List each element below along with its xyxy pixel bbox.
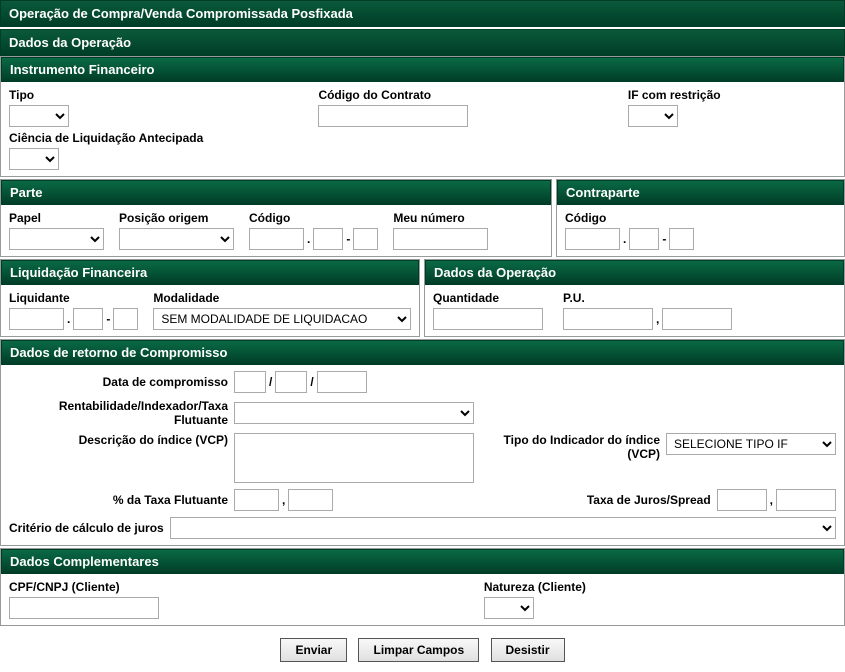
cpf-label: CPF/CNPJ (Cliente) xyxy=(9,580,464,594)
descricao-indice-label: Descrição do índice (VCP) xyxy=(9,433,234,447)
pu-a[interactable] xyxy=(563,308,653,330)
sep-dot: . xyxy=(622,232,627,246)
sep-dash: - xyxy=(105,312,111,326)
modalidade-label: Modalidade xyxy=(153,291,411,305)
tipo-indicador-select[interactable]: SELECIONE TIPO IF xyxy=(666,433,836,455)
parte-codigo-label: Código xyxy=(249,211,378,225)
natureza-select[interactable] xyxy=(484,597,534,619)
enviar-button[interactable]: Enviar xyxy=(280,638,347,662)
ciencia-select[interactable] xyxy=(9,148,59,170)
sep-dot: . xyxy=(66,312,71,326)
quantidade-input[interactable] xyxy=(433,308,543,330)
panel-complementares-title: Dados Complementares xyxy=(1,549,844,574)
tipo-select[interactable] xyxy=(9,105,69,127)
liquidante-a[interactable] xyxy=(9,308,64,330)
sep-dash: - xyxy=(345,232,351,246)
page-title: Operação de Compra/Venda Compromissada P… xyxy=(0,0,845,27)
contraparte-codigo-label: Código xyxy=(565,211,816,225)
liquidante-b[interactable] xyxy=(73,308,103,330)
panel-instrumento: Instrumento Financeiro Tipo Código do Co… xyxy=(0,56,845,177)
liquidante-c[interactable] xyxy=(113,308,138,330)
pct-taxa-a[interactable] xyxy=(234,489,279,511)
ciencia-label: Ciência de Liquidação Antecipada xyxy=(9,131,203,145)
sep-comma: , xyxy=(655,312,660,326)
panel-parte-title: Parte xyxy=(1,180,551,205)
meu-numero-label: Meu número xyxy=(393,211,488,225)
panel-instrumento-title: Instrumento Financeiro xyxy=(1,57,844,82)
panel-contraparte: Contraparte Código . - xyxy=(556,179,845,257)
contraparte-codigo-a[interactable] xyxy=(565,228,620,250)
codigo-contrato-input[interactable] xyxy=(318,105,468,127)
quantidade-label: Quantidade xyxy=(433,291,543,305)
natureza-label: Natureza (Cliente) xyxy=(484,580,586,594)
criterio-label: Critério de cálculo de juros xyxy=(9,521,164,535)
sep-slash: / xyxy=(309,375,314,389)
if-restricao-label: IF com restrição xyxy=(628,88,721,102)
taxa-juros-a[interactable] xyxy=(717,489,767,511)
sep-dash: - xyxy=(661,232,667,246)
pu-label: P.U. xyxy=(563,291,732,305)
sep-slash: / xyxy=(268,375,273,389)
parte-codigo-b[interactable] xyxy=(313,228,343,250)
papel-select[interactable] xyxy=(9,228,104,250)
panel-retorno: Dados de retorno de Compromisso Data de … xyxy=(0,339,845,546)
tipo-indicador-label: Tipo do Indicador do índice (VCP) xyxy=(474,433,666,461)
pct-taxa-label: % da Taxa Flutuante xyxy=(9,493,234,507)
parte-codigo-c[interactable] xyxy=(353,228,378,250)
pu-b[interactable] xyxy=(662,308,732,330)
button-row: Enviar Limpar Campos Desistir xyxy=(0,628,845,672)
panel-parte: Parte Papel Posição origem Código xyxy=(0,179,552,257)
panel-liquidacao-title: Liquidação Financeira xyxy=(1,260,419,285)
papel-label: Papel xyxy=(9,211,104,225)
page: Operação de Compra/Venda Compromissada P… xyxy=(0,0,845,672)
limpar-button[interactable]: Limpar Campos xyxy=(358,638,479,662)
modalidade-select[interactable]: SEM MODALIDADE DE LIQUIDACAO xyxy=(153,308,411,330)
cpf-input[interactable] xyxy=(9,597,159,619)
data-dd[interactable] xyxy=(234,371,266,393)
data-compromisso-label: Data de compromisso xyxy=(9,375,234,389)
contraparte-codigo-b[interactable] xyxy=(629,228,659,250)
sep-comma: , xyxy=(769,493,774,507)
contraparte-codigo-c[interactable] xyxy=(669,228,694,250)
codigo-contrato-label: Código do Contrato xyxy=(318,88,607,102)
rentabilidade-label: Rentabilidade/Indexador/Taxa Flutuante xyxy=(9,399,234,427)
desistir-button[interactable]: Desistir xyxy=(491,638,565,662)
sep-comma: , xyxy=(281,493,286,507)
tipo-label: Tipo xyxy=(9,88,298,102)
pct-taxa-b[interactable] xyxy=(288,489,333,511)
panel-liquidacao: Liquidação Financeira Liquidante . - xyxy=(0,259,420,337)
posicao-origem-label: Posição origem xyxy=(119,211,234,225)
panel-contraparte-title: Contraparte xyxy=(557,180,844,205)
descricao-indice-textarea[interactable] xyxy=(234,433,474,483)
panel-dados-op2: Dados da Operação Quantidade P.U. , xyxy=(424,259,845,337)
taxa-juros-label: Taxa de Juros/Spread xyxy=(333,493,716,507)
meu-numero-input[interactable] xyxy=(393,228,488,250)
section-dados-operacao: Dados da Operação xyxy=(0,29,845,56)
parte-codigo-a[interactable] xyxy=(249,228,304,250)
liquidante-label: Liquidante xyxy=(9,291,138,305)
data-mm[interactable] xyxy=(275,371,307,393)
sep-dot: . xyxy=(306,232,311,246)
if-restricao-select[interactable] xyxy=(628,105,678,127)
rentabilidade-select[interactable] xyxy=(234,402,474,424)
panel-retorno-title: Dados de retorno de Compromisso xyxy=(1,340,844,365)
criterio-select[interactable] xyxy=(170,517,836,539)
data-yyyy[interactable] xyxy=(317,371,367,393)
posicao-origem-select[interactable] xyxy=(119,228,234,250)
panel-dados-op2-title: Dados da Operação xyxy=(425,260,844,285)
panel-complementares: Dados Complementares CPF/CNPJ (Cliente) … xyxy=(0,548,845,626)
taxa-juros-b[interactable] xyxy=(776,489,836,511)
